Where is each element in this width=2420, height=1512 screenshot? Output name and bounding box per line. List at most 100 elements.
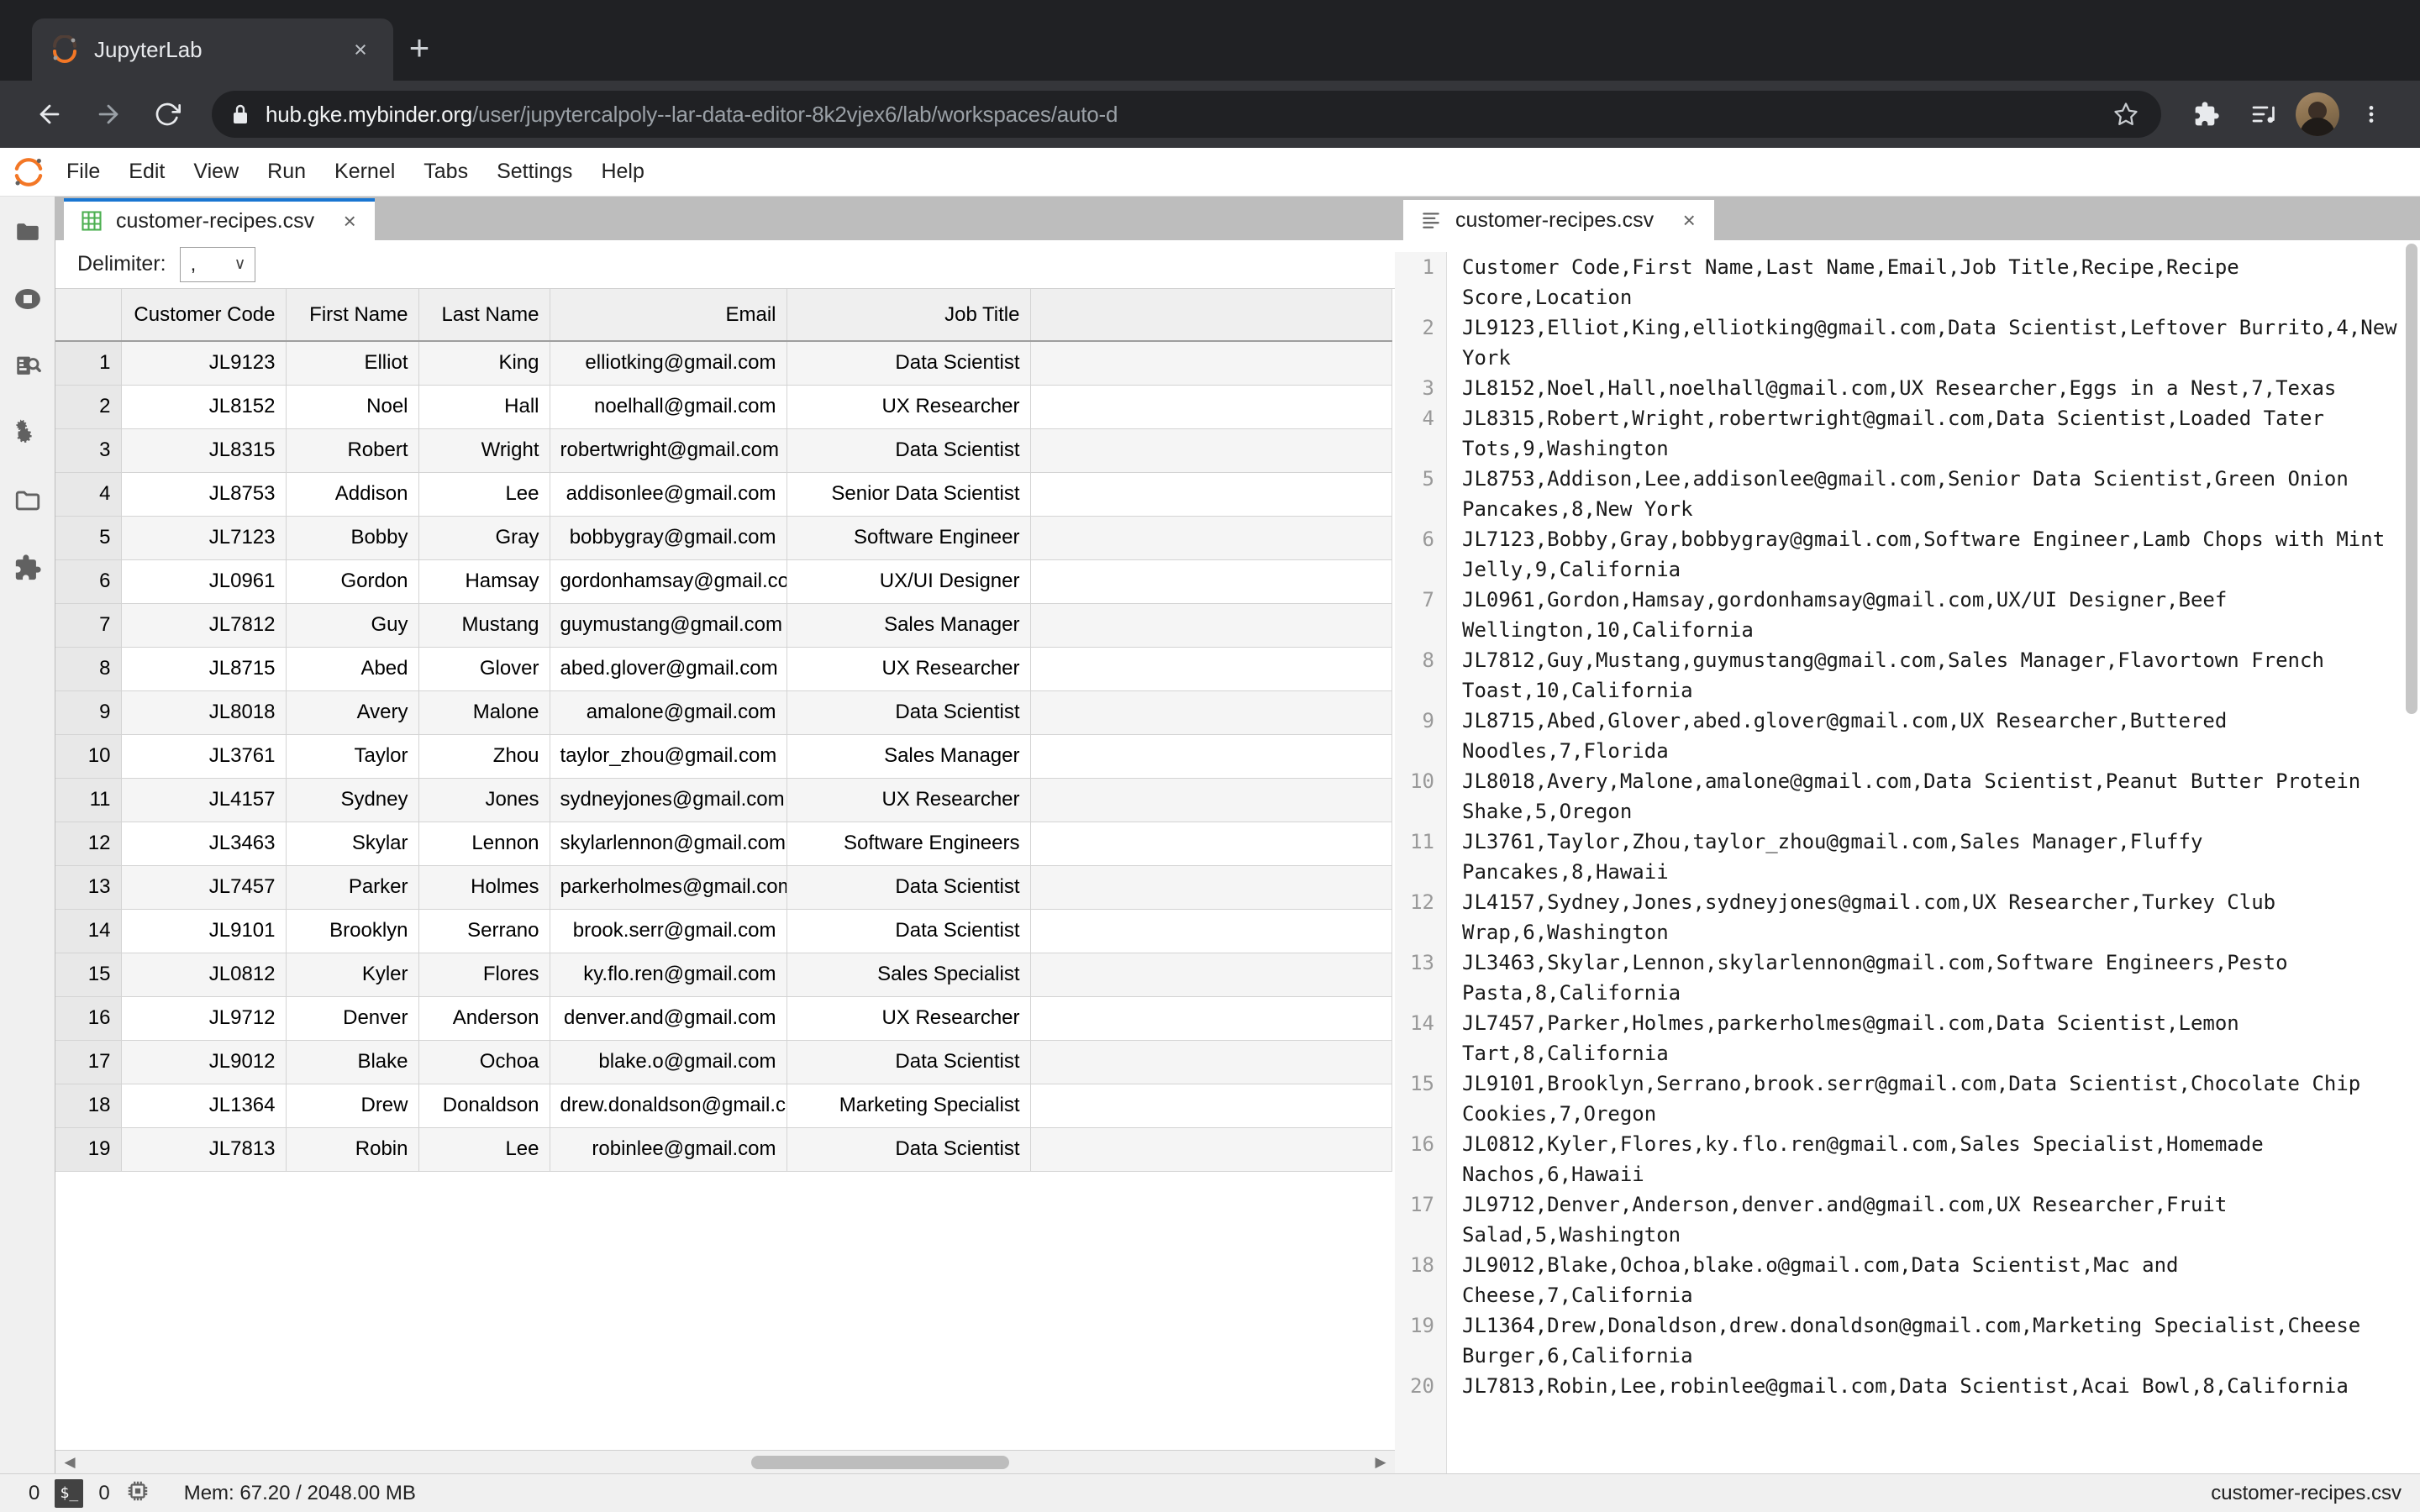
table-cell[interactable]: Flores <box>418 953 550 997</box>
terminal-icon[interactable]: $_ <box>55 1478 84 1508</box>
row-number[interactable]: 1 <box>55 341 122 386</box>
table-cell[interactable]: JL7813 <box>121 1127 287 1172</box>
browser-tab[interactable]: JupyterLab × <box>32 18 393 81</box>
table-cell[interactable]: JL1364 <box>121 1084 287 1128</box>
horizontal-scrollbar[interactable]: ◀ ▶ <box>55 1450 1395 1473</box>
row-number[interactable]: 16 <box>55 996 122 1041</box>
table-cell[interactable]: sydneyjones@gmail.com <box>550 778 787 822</box>
table-cell[interactable]: Malone <box>418 690 550 735</box>
table-cell[interactable]: JL9101 <box>121 909 287 953</box>
row-number[interactable]: 10 <box>55 734 122 779</box>
close-icon[interactable]: × <box>1677 207 1701 234</box>
column-header-last-name[interactable]: Last Name <box>418 289 550 342</box>
table-cell[interactable]: Avery <box>286 690 419 735</box>
table-cell-overflow[interactable] <box>1030 1040 1392 1084</box>
table-cell[interactable]: blake.o@gmail.com <box>550 1040 787 1084</box>
folder-icon[interactable] <box>4 208 51 255</box>
table-cell-overflow[interactable] <box>1030 428 1392 473</box>
row-number[interactable]: 15 <box>55 953 122 997</box>
table-cell[interactable]: Drew <box>286 1084 419 1128</box>
address-bar[interactable]: hub.gke.mybinder.org/user/jupytercalpoly… <box>212 91 2161 138</box>
table-cell[interactable]: Marketing Specialist <box>786 1084 1031 1128</box>
menu-run[interactable]: Run <box>253 155 320 189</box>
table-cell[interactable]: skylarlennon@gmail.com <box>550 822 787 866</box>
table-row[interactable]: 6 JL0961 Gordon Hamsay gordonhamsay@gmail.co… <box>55 559 1392 604</box>
table-cell[interactable]: Sales Specialist <box>786 953 1031 997</box>
editor-line[interactable]: JL8715,Abed,Glover,abed.glover@gmail.com… <box>1462 706 2398 766</box>
table-cell[interactable]: noelhall@gmail.com <box>550 385 787 429</box>
menu-file[interactable]: File <box>52 155 114 189</box>
editor-line[interactable]: JL9012,Blake,Ochoa,blake.o@gmail.com,Dat… <box>1462 1250 2398 1310</box>
editor-line[interactable]: JL8018,Avery,Malone,amalone@gmail.com,Da… <box>1462 766 2398 827</box>
row-number[interactable]: 18 <box>55 1084 122 1128</box>
table-cell[interactable]: Data Scientist <box>786 1040 1031 1084</box>
table-cell[interactable]: Sales Manager <box>786 603 1031 648</box>
row-number[interactable]: 3 <box>55 428 122 473</box>
editor-line[interactable]: JL7812,Guy,Mustang,guymustang@gmail.com,… <box>1462 645 2398 706</box>
editor-line[interactable]: JL8152,Noel,Hall,noelhall@gmail.com,UX R… <box>1462 373 2398 403</box>
table-cell[interactable]: abed.glover@gmail.com <box>550 647 787 691</box>
table-row[interactable]: 11 JL4157 Sydney Jones sydneyjones@gmail.com… <box>55 778 1392 822</box>
row-number[interactable]: 13 <box>55 865 122 910</box>
table-row[interactable]: 10 JL3761 Taylor Zhou taylor_zhou@gmail.com S… <box>55 734 1392 779</box>
table-cell[interactable]: Gray <box>418 516 550 560</box>
table-cell[interactable]: Data Scientist <box>786 909 1031 953</box>
table-row[interactable]: 19 JL7813 Robin Lee robinlee@gmail.com Data S… <box>55 1127 1392 1172</box>
table-row[interactable]: 12 JL3463 Skylar Lennon skylarlennon@gmail.c… <box>55 822 1392 866</box>
table-cell[interactable]: JL8152 <box>121 385 287 429</box>
table-cell[interactable]: JL0961 <box>121 559 287 604</box>
table-row[interactable]: 16 JL9712 Denver Anderson denver.and@gmail.c… <box>55 996 1392 1041</box>
csv-data-grid[interactable]: Customer Code First Name Last Name Email… <box>55 289 1395 1473</box>
table-cell[interactable]: robinlee@gmail.com <box>550 1127 787 1172</box>
table-cell[interactable]: Senior Data Scientist <box>786 472 1031 517</box>
profile-avatar[interactable] <box>2296 92 2339 136</box>
table-cell[interactable]: denver.and@gmail.com <box>550 996 787 1041</box>
table-cell[interactable]: JL3463 <box>121 822 287 866</box>
table-cell[interactable]: Denver <box>286 996 419 1041</box>
table-cell-overflow[interactable] <box>1030 385 1392 429</box>
table-cell[interactable]: King <box>418 341 550 386</box>
menu-kernel[interactable]: Kernel <box>320 155 409 189</box>
table-cell[interactable]: Hall <box>418 385 550 429</box>
table-row[interactable]: 15 JL0812 Kyler Flores ky.flo.ren@gmail.com S… <box>55 953 1392 997</box>
table-cell[interactable]: JL0812 <box>121 953 287 997</box>
table-cell-overflow[interactable] <box>1030 865 1392 910</box>
editor-line[interactable]: JL4157,Sydney,Jones,sydneyjones@gmail.co… <box>1462 887 2398 948</box>
grid-corner[interactable] <box>55 289 122 342</box>
menu-settings[interactable]: Settings <box>482 155 587 189</box>
table-cell[interactable]: JL3761 <box>121 734 287 779</box>
table-cell[interactable]: Robin <box>286 1127 419 1172</box>
row-number[interactable]: 12 <box>55 822 122 866</box>
table-cell[interactable]: parkerholmes@gmail.com <box>550 865 787 910</box>
table-cell[interactable]: Donaldson <box>418 1084 550 1128</box>
cpu-chip-icon[interactable] <box>125 1478 150 1508</box>
puzzle-icon[interactable] <box>4 544 51 591</box>
table-cell[interactable]: drew.donaldson@gmail.com <box>550 1084 787 1128</box>
editor-line[interactable]: Customer Code,First Name,Last Name,Email… <box>1462 252 2398 312</box>
table-cell[interactable]: Holmes <box>418 865 550 910</box>
editor-line[interactable]: JL3463,Skylar,Lennon,skylarlennon@gmail.… <box>1462 948 2398 1008</box>
table-row[interactable]: 8 JL8715 Abed Glover abed.glover@gmail.com UX… <box>55 647 1392 691</box>
scrollbar-thumb[interactable] <box>750 1455 1010 1469</box>
tab-csv-grid[interactable]: customer-recipes.csv × <box>64 198 376 240</box>
table-cell[interactable]: JL8315 <box>121 428 287 473</box>
table-cell-overflow[interactable] <box>1030 472 1392 517</box>
table-cell[interactable]: Data Scientist <box>786 865 1031 910</box>
forward-arrow-icon[interactable] <box>82 88 134 140</box>
row-number[interactable]: 7 <box>55 603 122 648</box>
back-arrow-icon[interactable] <box>24 88 76 140</box>
table-cell[interactable]: ky.flo.ren@gmail.com <box>550 953 787 997</box>
table-row[interactable]: 5 JL7123 Bobby Gray bobbygray@gmail.com Softw… <box>55 516 1392 560</box>
table-cell[interactable]: Lee <box>418 1127 550 1172</box>
table-cell[interactable]: Brooklyn <box>286 909 419 953</box>
editor-line[interactable]: JL9101,Brooklyn,Serrano,brook.serr@gmail… <box>1462 1068 2398 1129</box>
table-cell-overflow[interactable] <box>1030 559 1392 604</box>
editor-line[interactable]: JL9712,Denver,Anderson,denver.and@gmail.… <box>1462 1189 2398 1250</box>
table-cell[interactable]: Guy <box>286 603 419 648</box>
table-cell[interactable]: Hamsay <box>418 559 550 604</box>
table-cell[interactable]: taylor_zhou@gmail.com <box>550 734 787 779</box>
editor-line[interactable]: JL7123,Bobby,Gray,bobbygray@gmail.com,So… <box>1462 524 2398 585</box>
editor-line[interactable]: JL8753,Addison,Lee,addisonlee@gmail.com,… <box>1462 464 2398 524</box>
table-row[interactable]: 13 JL7457 Parker Holmes parkerholmes@gmail.c… <box>55 865 1392 910</box>
editor-content[interactable]: Customer Code,First Name,Last Name,Email… <box>1447 252 2420 1473</box>
